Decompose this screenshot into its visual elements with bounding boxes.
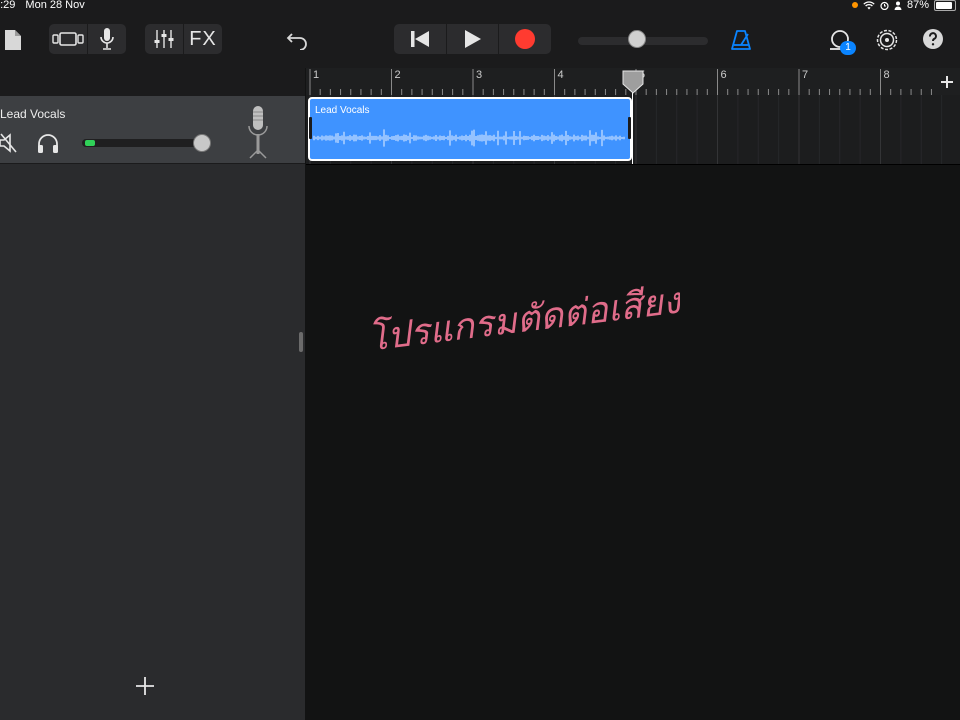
clock-date: Mon 28 Nov <box>25 0 85 11</box>
battery-icon <box>934 0 956 11</box>
mixer-sliders-icon <box>154 30 174 48</box>
ruler-bar-number: 4 <box>557 69 564 81</box>
playhead[interactable] <box>622 70 644 94</box>
plus-icon <box>941 75 953 88</box>
panel-resize-handle[interactable] <box>299 332 303 352</box>
track-lane[interactable]: Lead Vocals <box>306 95 960 165</box>
toolbar: FX 1 <box>0 12 960 68</box>
mic-in-use-indicator <box>851 2 858 8</box>
fx-button[interactable]: FX <box>184 24 222 54</box>
track-header-lead-vocals[interactable]: Lead Vocals <box>0 96 305 164</box>
playhead-line <box>632 88 633 164</box>
ruler-bar-number: 6 <box>720 69 727 81</box>
instrument-button[interactable] <box>88 24 126 54</box>
my-songs-button[interactable] <box>2 25 24 55</box>
headphones-icon <box>38 134 58 153</box>
loop-count-badge: 1 <box>840 41 856 55</box>
track-headers-panel: Lead Vocals <box>0 68 305 720</box>
ruler-bar-number: 3 <box>476 69 483 81</box>
go-to-beginning-button[interactable] <box>394 24 446 54</box>
mixer-fx-group: FX <box>145 24 222 54</box>
fx-label: FX <box>189 27 217 50</box>
transport-controls <box>394 24 551 54</box>
master-volume-knob[interactable] <box>628 30 646 48</box>
track-volume-slider[interactable] <box>82 139 207 147</box>
plus-icon <box>136 677 154 695</box>
add-track-button[interactable] <box>133 674 157 698</box>
battery-percent: 87% <box>906 0 929 11</box>
record-icon <box>515 29 536 49</box>
audio-waveform <box>313 129 625 147</box>
track-volume-knob[interactable] <box>193 134 211 152</box>
clock-time: 3:29 <box>0 0 16 11</box>
status-bar: 3:29 Mon 28 Nov 87% <box>0 0 960 12</box>
browser-view-button[interactable] <box>49 24 87 54</box>
ruler-bar-number: 1 <box>313 69 320 81</box>
view-instrument-group <box>49 24 126 54</box>
mute-button[interactable] <box>0 132 18 154</box>
skip-back-icon <box>410 31 429 47</box>
track-instrument-icon[interactable] <box>246 104 270 160</box>
document-icon <box>5 30 21 50</box>
record-button[interactable] <box>498 24 551 54</box>
help-button[interactable] <box>921 27 945 51</box>
help-icon <box>923 29 943 49</box>
alarm-icon <box>880 1 889 10</box>
handwritten-annotation: โปรแกรมตัดต่อเสียง <box>366 279 680 359</box>
solo-button[interactable] <box>36 132 60 154</box>
handwritten-text: โปรแกรมตัดต่อเสียง <box>366 279 680 359</box>
gear-icon <box>876 29 898 51</box>
track-controls-button[interactable] <box>145 24 183 54</box>
audio-region[interactable]: Lead Vocals <box>308 97 632 161</box>
tracks-area[interactable]: Lead Vocals <box>306 95 960 720</box>
metronome-icon <box>731 30 751 50</box>
speaker-mute-icon <box>0 133 17 153</box>
region-trim-handle-left[interactable] <box>309 117 312 139</box>
undo-icon <box>286 33 307 50</box>
track-header-top-spacer <box>0 68 305 96</box>
track-name: Lead Vocals <box>0 107 66 121</box>
studio-microphone-icon <box>248 106 268 159</box>
microphone-icon <box>100 28 114 50</box>
playhead-marker-icon <box>622 70 644 94</box>
wifi-icon <box>863 0 875 9</box>
ruler-bar-number: 2 <box>394 69 401 81</box>
play-button[interactable] <box>445 24 499 54</box>
settings-button[interactable] <box>874 25 900 55</box>
tracks-view-icon <box>52 32 84 46</box>
region-trim-handle-right[interactable] <box>628 117 631 139</box>
play-icon <box>464 30 481 48</box>
undo-button[interactable] <box>284 25 310 55</box>
ruler-bar-number: 7 <box>802 69 809 81</box>
person-icon <box>894 1 902 10</box>
track-volume-meter <box>85 140 95 146</box>
ruler-bar-number: 8 <box>883 69 890 81</box>
metronome-button[interactable] <box>729 25 753 55</box>
add-section-button[interactable] <box>934 68 960 95</box>
